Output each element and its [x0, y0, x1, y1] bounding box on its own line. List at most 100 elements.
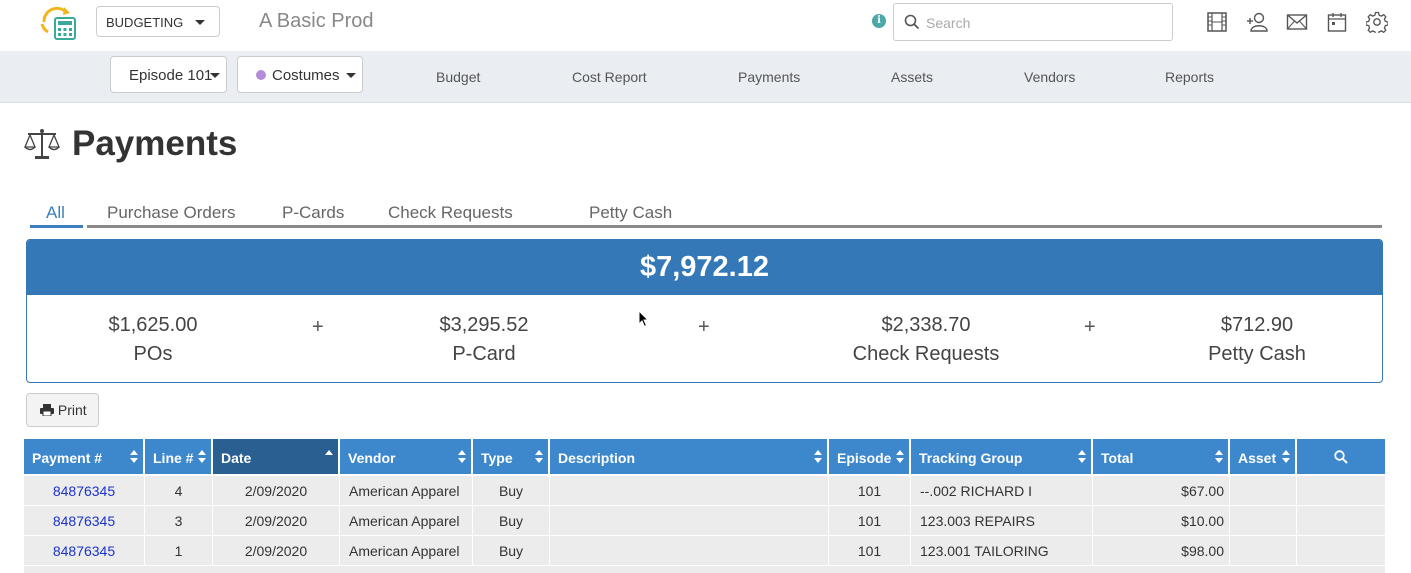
asset-cell — [1230, 536, 1297, 566]
payment-number-link[interactable]: 84876345 — [24, 476, 145, 506]
chevron-down-icon — [346, 73, 356, 78]
summary-pos-amount: $1,625.00 — [108, 314, 198, 336]
summary-p-card: $3,295.52 P-Card — [414, 311, 554, 369]
column-header-total[interactable]: Total — [1093, 439, 1230, 474]
column-header-asset[interactable]: Asset — [1230, 439, 1297, 474]
department-dropdown[interactable]: Costumes — [237, 56, 363, 93]
date-cell: 2/09/2020 — [213, 476, 340, 506]
description-cell — [550, 476, 829, 506]
search-box[interactable] — [893, 3, 1173, 41]
vendor-cell: American Apparel — [340, 506, 473, 536]
payment-tabs: All Purchase Orders P-Cards Check Reques… — [30, 196, 1382, 229]
chevron-down-icon — [210, 73, 220, 78]
description-cell — [550, 536, 829, 566]
type-cell: Buy — [473, 536, 550, 566]
table-row[interactable]: 84876345 4 2/09/2020 American Apparel Bu… — [24, 476, 1385, 506]
printer-icon — [40, 404, 54, 417]
tab-all[interactable]: All — [46, 203, 65, 223]
summary-petty-cash: $712.90 Petty Cash — [1187, 311, 1327, 369]
active-tab-indicator — [30, 225, 83, 228]
column-filter-button[interactable] — [1297, 439, 1385, 474]
plus-sign: + — [1084, 316, 1096, 338]
sort-icon — [198, 450, 206, 464]
summary-check-requests-label: Check Requests — [852, 343, 1000, 365]
line-number-cell: 4 — [145, 476, 213, 506]
gear-icon[interactable] — [1366, 11, 1388, 33]
type-cell: Buy — [473, 506, 550, 536]
episode-cell: 101 — [829, 536, 911, 566]
nav-link-vendors[interactable]: Vendors — [1024, 69, 1075, 85]
plus-sign: + — [312, 316, 324, 338]
module-select-label: BUDGETING — [106, 15, 184, 30]
total-cell: $10.00 — [1093, 506, 1230, 536]
nav-link-payments[interactable]: Payments — [738, 69, 800, 85]
summary-p-card-label: P-Card — [452, 343, 516, 365]
summary-petty-cash-amount: $712.90 — [1220, 314, 1294, 336]
print-button-label: Print — [57, 402, 87, 418]
column-header-line-number[interactable]: Line # — [145, 439, 213, 474]
payment-number-link[interactable]: 84876345 — [24, 536, 145, 566]
sort-icon — [130, 450, 138, 464]
date-cell: 2/09/2020 — [213, 536, 340, 566]
nav-link-reports[interactable]: Reports — [1165, 69, 1214, 85]
column-header-description[interactable]: Description — [550, 439, 829, 474]
production-title: A Basic Prod — [259, 10, 374, 32]
line-number-cell: 1 — [145, 536, 213, 566]
nav-link-assets[interactable]: Assets — [891, 69, 933, 85]
column-header-vendor[interactable]: Vendor — [340, 439, 473, 474]
vendor-cell: American Apparel — [340, 476, 473, 506]
table-row[interactable]: 84876345 1 2/09/2020 American Apparel Bu… — [24, 536, 1385, 566]
sort-icon — [896, 450, 904, 464]
summary-pos-label: POs — [133, 343, 173, 365]
table-row-partial — [24, 566, 1385, 573]
tab-divider — [87, 225, 1382, 228]
nav-link-cost-report[interactable]: Cost Report — [572, 69, 647, 85]
date-cell: 2/09/2020 — [213, 506, 340, 536]
column-header-episode[interactable]: Episode — [829, 439, 911, 474]
summary-check-requests-amount: $2,338.70 — [881, 314, 971, 336]
episode-dropdown[interactable]: Episode 101 — [110, 56, 227, 93]
summary-pos: $1,625.00 POs — [83, 311, 223, 369]
department-dropdown-label: Costumes — [272, 67, 340, 84]
page-title: Payments — [72, 124, 238, 163]
action-cell — [1297, 536, 1385, 566]
column-header-date[interactable]: Date — [213, 439, 340, 474]
calendar-icon[interactable] — [1326, 11, 1348, 33]
search-icon — [1334, 450, 1348, 464]
tab-check-requests[interactable]: Check Requests — [388, 203, 513, 223]
budget-calculator-logo-icon[interactable] — [38, 4, 78, 40]
summary-total: $7,972.12 — [27, 240, 1382, 295]
sort-icon — [458, 450, 466, 464]
sort-icon — [1215, 450, 1223, 464]
payments-summary: $7,972.12 $1,625.00 POs + $3,295.52 P-Ca… — [26, 239, 1383, 383]
sort-icon — [1282, 450, 1290, 464]
info-icon[interactable]: i — [872, 14, 886, 28]
sub-navigation: Episode 101 Costumes Budget Cost Report … — [0, 51, 1411, 103]
payment-number-link[interactable]: 84876345 — [24, 506, 145, 536]
sort-icon — [1078, 450, 1086, 464]
sort-icon — [535, 450, 543, 464]
nav-link-budget[interactable]: Budget — [436, 69, 480, 85]
module-select[interactable]: BUDGETING — [96, 6, 220, 37]
column-header-tracking-group[interactable]: Tracking Group — [911, 439, 1093, 474]
asset-cell — [1230, 476, 1297, 506]
film-icon[interactable] — [1206, 11, 1228, 33]
sort-icon — [814, 450, 822, 464]
search-input[interactable] — [926, 13, 1166, 33]
tracking-group-cell: 123.001 TAILORING — [911, 536, 1093, 566]
table-row[interactable]: 84876345 3 2/09/2020 American Apparel Bu… — [24, 506, 1385, 536]
episode-dropdown-label: Episode 101 — [129, 67, 213, 84]
mail-icon[interactable] — [1286, 11, 1308, 33]
tab-p-cards[interactable]: P-Cards — [282, 203, 344, 223]
sort-ascending-icon — [325, 450, 333, 464]
tab-purchase-orders[interactable]: Purchase Orders — [107, 203, 236, 223]
summary-check-requests: $2,338.70 Check Requests — [836, 311, 1016, 369]
print-button[interactable]: Print — [26, 393, 99, 427]
add-user-icon[interactable] — [1246, 11, 1268, 33]
column-header-payment-number[interactable]: Payment # — [24, 439, 145, 474]
summary-petty-cash-label: Petty Cash — [1208, 343, 1306, 365]
episode-cell: 101 — [829, 476, 911, 506]
action-cell — [1297, 476, 1385, 506]
column-header-type[interactable]: Type — [473, 439, 550, 474]
tab-petty-cash[interactable]: Petty Cash — [589, 203, 672, 223]
